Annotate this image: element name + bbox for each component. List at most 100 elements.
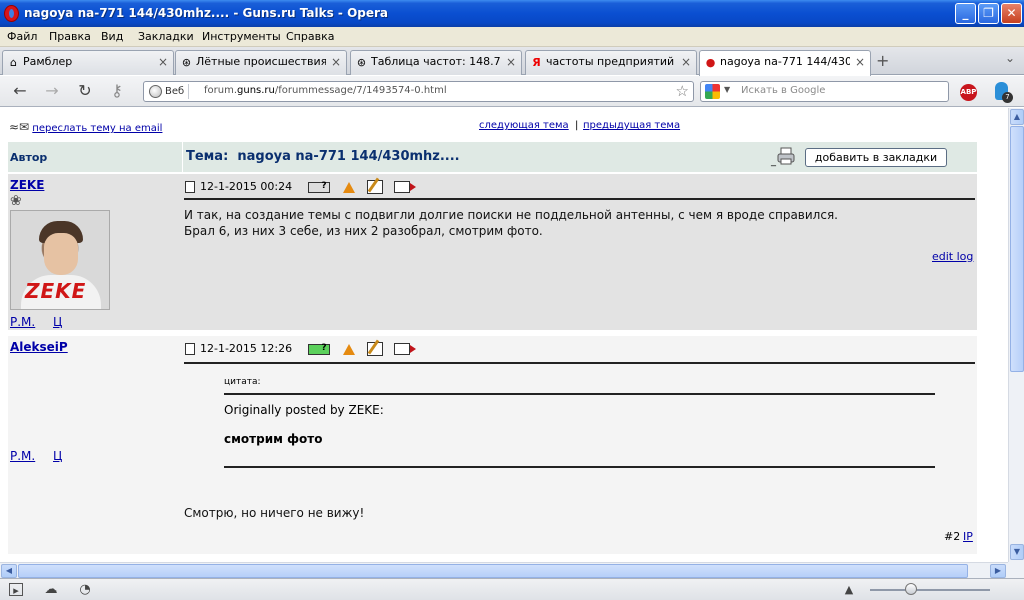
c-link[interactable]: Ц — [53, 449, 62, 463]
forward-email-label[interactable]: переслать тему на email — [32, 123, 162, 134]
envelope-icon: ≈✉ — [9, 120, 30, 134]
vertical-scrollbar[interactable]: ▲ ▼ — [1008, 108, 1024, 562]
horizontal-scroll-thumb[interactable] — [18, 564, 968, 578]
url-text[interactable]: forum.guns.ru/forummessage/7/1493574-0.h… — [204, 85, 447, 96]
search-engine-dropdown-icon[interactable]: ▼ — [724, 85, 730, 94]
title-bar: nagoya na-771 144/430mhz.... - Guns.ru T… — [0, 0, 1024, 27]
edit-icon[interactable] — [366, 342, 383, 356]
post-number: #2 — [944, 530, 961, 543]
tab-rambler[interactable]: ⌂ Рамблер × — [2, 50, 174, 75]
bookmark-star-icon[interactable]: ☆ — [676, 82, 689, 100]
scroll-up-icon[interactable]: ▲ — [1010, 109, 1024, 125]
c-link[interactable]: Ц — [53, 315, 62, 329]
reply-icon[interactable] — [394, 181, 417, 193]
status-bar: ▸ ☁ ◔ ▲ — [0, 578, 1024, 600]
adblock-button[interactable]: ABP — [960, 84, 977, 101]
tab-label: nagoya na-771 144/430... — [720, 55, 850, 68]
search-field[interactable]: ▼ Искать в Google — [700, 81, 949, 102]
post-date: 12-1-2015 12:26 — [200, 342, 293, 355]
edit-icon[interactable] — [366, 180, 383, 194]
warning-icon[interactable] — [343, 181, 356, 193]
pm-link[interactable]: Р.М. — [10, 315, 35, 329]
navigation-bar: ← → ↻ ⚷ Веб forum.guns.ru/forummessage/7… — [0, 76, 1024, 107]
add-bookmark-button[interactable]: добавить в закладки — [805, 148, 947, 167]
menu-file[interactable]: Файл — [7, 30, 37, 43]
pm-link[interactable]: Р.М. — [10, 449, 35, 463]
topic-label: Тема: — [186, 149, 229, 164]
menu-tools[interactable]: Инструменты — [202, 30, 281, 43]
panel-icon[interactable]: ▸ — [9, 583, 23, 597]
tab-label: Рамблер — [23, 55, 73, 68]
tab-close-icon[interactable]: × — [681, 51, 691, 73]
tab-close-icon[interactable]: × — [331, 51, 341, 73]
tab-label: Таблица частот: 148.7... — [371, 55, 501, 68]
topic-name: nagoya na-771 144/430mhz.... — [237, 149, 460, 164]
reply-icon[interactable] — [394, 343, 417, 355]
close-window-button[interactable]: ✕ — [1001, 3, 1022, 24]
reload-button[interactable]: ↻ — [75, 82, 95, 102]
post-doc-icon[interactable] — [185, 343, 195, 355]
tab-frequency-table[interactable]: ⊛ Таблица частот: 148.7... × — [350, 50, 522, 75]
menu-help[interactable]: Справка — [286, 30, 334, 43]
zoom-slider[interactable] — [870, 589, 990, 591]
speed-dial-icon[interactable]: ◔ — [78, 583, 92, 596]
user-rank-icon: ❀ — [10, 193, 22, 209]
guns-icon: ● — [705, 56, 716, 69]
tab-incidents[interactable]: ⊛ Лётные происшествия ... × — [175, 50, 347, 75]
printer-icon[interactable] — [775, 145, 797, 167]
google-icon[interactable] — [705, 84, 720, 99]
ip-link[interactable]: IP — [963, 530, 973, 543]
forward-email-link[interactable]: ≈✉ переслать тему на email — [9, 120, 162, 134]
tab-nagoya-active[interactable]: ● nagoya na-771 144/430... × — [699, 50, 871, 76]
web-chip[interactable]: Веб — [147, 84, 190, 99]
post-1: ZEKE ❀ ZEKE 12-1-2015 00:24 И так, на со… — [8, 174, 977, 330]
scroll-left-icon[interactable]: ◀ — [1, 564, 17, 578]
vertical-scroll-thumb[interactable] — [1010, 126, 1024, 372]
prev-topic-link[interactable]: предыдущая тема — [583, 120, 680, 131]
avatar: ZEKE — [10, 210, 110, 310]
scroll-right-icon[interactable]: ▶ — [990, 564, 1006, 578]
edit-log-link[interactable]: edit log — [932, 250, 973, 263]
horizontal-scrollbar[interactable]: ◀ ▶ — [0, 562, 1008, 578]
url-prefix: forum. — [204, 85, 238, 96]
post-text-line: И так, на создание темы с подвигли долги… — [184, 208, 838, 222]
address-field[interactable]: Веб forum.guns.ru/forummessage/7/1493574… — [143, 81, 694, 102]
menu-bookmarks[interactable]: Закладки — [138, 30, 194, 43]
tab-bar: ⌂ Рамблер × ⊛ Лётные происшествия ... × … — [0, 47, 1024, 76]
quote-top-divider — [224, 393, 935, 395]
minimize-button[interactable]: _ — [955, 3, 976, 24]
warning-icon[interactable] — [343, 343, 356, 355]
post-2: AlekseiP 12-1-2015 12:26 цитата: Origina… — [8, 336, 977, 554]
back-button[interactable]: ← — [10, 82, 30, 102]
menu-view[interactable]: Вид — [101, 30, 123, 43]
next-topic-link[interactable]: следующая тема — [479, 120, 569, 131]
menu-edit[interactable]: Правка — [49, 30, 91, 43]
zoom-up-icon[interactable]: ▲ — [842, 583, 856, 596]
profile-icon[interactable] — [307, 343, 330, 355]
tab-close-icon[interactable]: × — [506, 51, 516, 73]
scroll-down-icon[interactable]: ▼ — [1010, 544, 1024, 560]
post-author-link[interactable]: AlekseiP — [10, 340, 68, 354]
post-doc-icon[interactable] — [185, 181, 195, 193]
key-icon[interactable]: ⚷ — [107, 82, 127, 102]
zoom-knob[interactable] — [905, 583, 917, 595]
opera-logo-icon[interactable] — [4, 5, 19, 22]
tab-close-icon[interactable]: × — [855, 51, 865, 73]
forward-button[interactable]: → — [42, 82, 62, 102]
tab-menu-button[interactable]: ⌄ — [1005, 51, 1015, 65]
url-path: /forummessage/7/1493574-0.html — [274, 85, 447, 96]
quote-bottom-divider — [224, 466, 935, 468]
cloud-icon[interactable]: ☁ — [44, 583, 58, 596]
tab-label: Лётные происшествия ... — [196, 55, 326, 68]
new-tab-button[interactable]: + — [876, 51, 889, 70]
maximize-button[interactable]: ❐ — [978, 3, 999, 24]
profile-icon[interactable] — [307, 181, 330, 193]
post-divider — [184, 362, 975, 364]
avatar-brand: ZEKE — [25, 279, 87, 303]
tab-close-icon[interactable]: × — [158, 51, 168, 73]
post-date: 12-1-2015 00:24 — [200, 180, 293, 193]
web-chip-label: Веб — [165, 86, 185, 97]
tab-enterprise-frequencies[interactable]: Я частоты предприятий ... × — [525, 50, 697, 75]
post-author-link[interactable]: ZEKE — [10, 178, 44, 192]
extension-icon[interactable]: 7 — [993, 82, 1013, 104]
